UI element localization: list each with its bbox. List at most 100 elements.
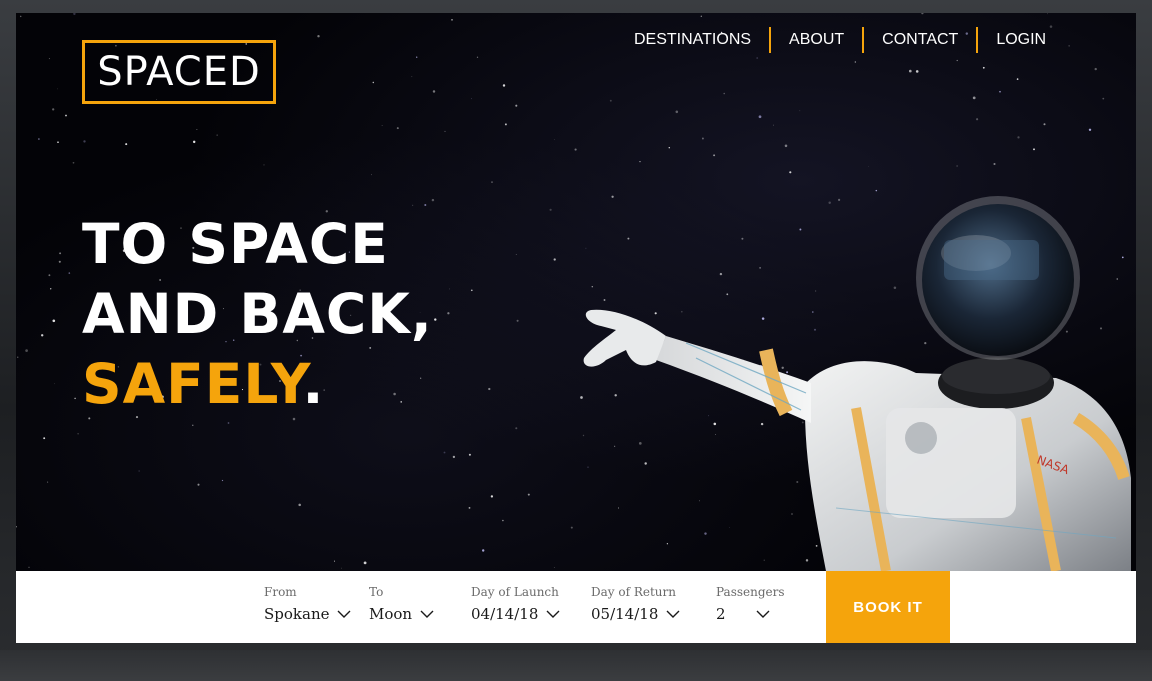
star: [515, 427, 518, 430]
return-select[interactable]: 05/14/18: [591, 605, 680, 623]
return-date-field[interactable]: Day of Return 05/14/18: [591, 585, 680, 623]
headline-line-2: AND BACK,: [82, 282, 433, 346]
nav-contact[interactable]: CONTACT: [864, 27, 976, 53]
star: [675, 110, 679, 114]
chevron-down-icon[interactable]: [666, 609, 680, 619]
star: [491, 181, 493, 183]
star: [504, 123, 507, 126]
headline-period: .: [302, 352, 325, 416]
from-label: From: [264, 585, 297, 599]
logo-text: SPACED: [97, 49, 261, 95]
star: [976, 118, 979, 121]
star: [196, 129, 198, 130]
star: [54, 383, 55, 385]
star: [47, 481, 49, 483]
star: [192, 140, 196, 144]
star: [921, 13, 924, 15]
website-screen: NASA SPACED DESTINATIONS ABOUT CONTACT L…: [16, 13, 1136, 643]
star: [372, 81, 375, 84]
star: [799, 110, 801, 112]
chevron-down-icon[interactable]: [337, 609, 351, 619]
star: [444, 130, 446, 132]
monitor-stand-edge: [0, 650, 1152, 681]
from-field[interactable]: From Spokane: [264, 585, 351, 623]
headline-accent: SAFELY: [82, 352, 303, 416]
star: [554, 139, 556, 140]
star: [298, 503, 301, 507]
spaced-logo[interactable]: SPACED: [82, 40, 276, 104]
launch-date-field[interactable]: Day of Launch 04/14/18: [471, 585, 560, 623]
star: [1088, 128, 1092, 132]
star: [50, 288, 52, 290]
star: [221, 479, 224, 482]
star: [515, 104, 518, 107]
star: [723, 92, 725, 95]
star: [227, 422, 230, 424]
star: [424, 203, 427, 207]
star: [1068, 45, 1070, 47]
star: [41, 334, 44, 337]
star: [549, 208, 552, 211]
star: [574, 148, 577, 151]
star: [700, 15, 702, 17]
star: [447, 312, 450, 315]
nav-login[interactable]: LOGIN: [978, 27, 1064, 53]
from-select[interactable]: Spokane: [264, 605, 351, 623]
star: [784, 144, 788, 148]
star: [502, 84, 506, 87]
star: [758, 115, 762, 119]
star: [502, 519, 504, 522]
star: [972, 96, 976, 100]
chevron-down-icon[interactable]: [420, 609, 434, 619]
star: [125, 143, 128, 146]
passengers-label: Passengers: [716, 585, 785, 599]
star: [371, 174, 372, 176]
booking-bar: From Spokane To Moon Day of Launch 04/14…: [16, 571, 1136, 643]
star: [789, 171, 792, 174]
star: [468, 453, 471, 456]
from-value: Spokane: [264, 605, 330, 623]
star: [956, 165, 958, 167]
book-it-button[interactable]: BOOK IT: [826, 571, 950, 643]
star: [490, 495, 494, 498]
passengers-field[interactable]: Passengers 2: [716, 585, 785, 623]
launch-value: 04/14/18: [471, 605, 539, 623]
star: [411, 76, 413, 78]
launch-select[interactable]: 04/14/18: [471, 605, 560, 623]
star: [668, 146, 671, 149]
star: [333, 560, 336, 562]
star: [609, 99, 612, 102]
star: [1017, 136, 1020, 139]
star: [471, 98, 472, 100]
star: [488, 387, 491, 391]
star: [1094, 67, 1097, 71]
to-field[interactable]: To Moon: [369, 585, 434, 623]
star: [451, 19, 453, 21]
star: [57, 88, 58, 90]
nav-about[interactable]: ABOUT: [771, 27, 862, 53]
star: [701, 137, 704, 140]
star: [639, 160, 641, 163]
star: [915, 70, 919, 73]
star: [74, 397, 76, 400]
star: [28, 566, 30, 568]
star: [263, 164, 265, 166]
star: [138, 470, 140, 472]
star: [25, 349, 28, 352]
astronaut-image: NASA: [583, 196, 1131, 571]
main-nav: DESTINATIONS ABOUT CONTACT LOGIN: [616, 27, 1064, 53]
star: [431, 198, 435, 202]
chevron-down-icon[interactable]: [756, 609, 770, 619]
star: [416, 56, 418, 58]
star: [341, 567, 342, 569]
star: [515, 253, 517, 255]
to-select[interactable]: Moon: [369, 605, 434, 623]
star: [59, 252, 62, 255]
star: [396, 127, 399, 130]
chevron-down-icon[interactable]: [546, 609, 560, 619]
nav-destinations[interactable]: DESTINATIONS: [616, 27, 769, 53]
star: [854, 61, 856, 63]
to-label: To: [369, 585, 384, 599]
passengers-select[interactable]: 2: [716, 605, 785, 623]
star: [412, 204, 414, 206]
